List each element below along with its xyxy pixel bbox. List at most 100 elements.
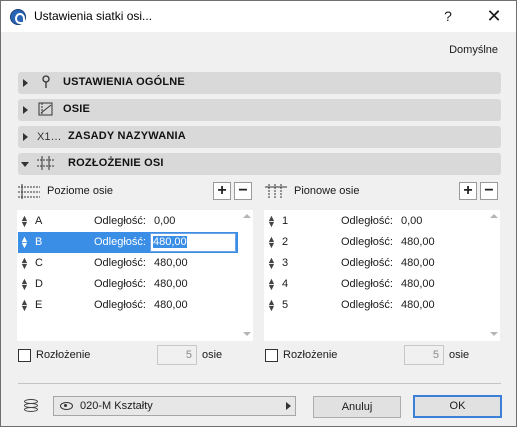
drag-handle-icon[interactable]: ▲ ▼ xyxy=(267,298,276,313)
scroll-up-icon[interactable] xyxy=(490,214,498,218)
drag-handle-icon[interactable]: ▲ ▼ xyxy=(267,277,276,292)
horizontal-distribute-checkbox[interactable] xyxy=(18,349,31,362)
vertical-axes-icon xyxy=(265,184,287,199)
list-item[interactable]: ▲ ▼ 4 Odległość: 480,00 xyxy=(265,274,485,295)
axis-name: B xyxy=(35,236,43,248)
collapse-arrow-icon xyxy=(21,162,29,167)
list-item[interactable]: ▲ ▼ 5 Odległość: 480,00 xyxy=(265,295,485,316)
add-vertical-axis-button[interactable]: + xyxy=(459,182,477,200)
axis-name: D xyxy=(35,278,43,290)
vertical-distribute-label: Rozłożenie xyxy=(283,349,338,361)
vertical-axes-list[interactable]: ▲ ▼ 1 Odległość: 0,00 ▲ ▼ 2 Odległość: 480… xyxy=(264,210,500,341)
scroll-down-icon[interactable] xyxy=(490,332,498,336)
horizontal-axes-label: Poziome osie xyxy=(47,185,114,197)
distance-value[interactable]: 480,00 xyxy=(401,257,435,269)
axis-name: C xyxy=(35,257,43,269)
grid-layout-icon xyxy=(37,156,55,172)
axis-name: 5 xyxy=(282,299,289,311)
distance-value[interactable]: 480,00 xyxy=(401,278,435,290)
horizontal-axes-header: Poziome osie + − xyxy=(18,182,254,200)
drag-handle-icon[interactable]: ▲ ▼ xyxy=(20,256,29,271)
close-button[interactable]: ✕ xyxy=(483,5,505,27)
section-naming-rules[interactable]: X1… ZASADY NAZYWANIA xyxy=(18,126,501,148)
distance-value[interactable]: 480,00 xyxy=(154,257,188,269)
section-axes[interactable]: OSIE xyxy=(18,99,501,121)
distance-label: Odległość: xyxy=(341,278,393,290)
eye-icon xyxy=(60,402,73,410)
vertical-count-unit: osie xyxy=(449,349,470,361)
scroll-down-icon[interactable] xyxy=(243,332,251,336)
vertical-distribute-checkbox[interactable] xyxy=(265,349,278,362)
distance-label: Odległość: xyxy=(94,257,146,269)
list-item-selected[interactable]: ▲ ▼ B Odległość: 480,00 xyxy=(18,232,238,253)
add-horizontal-axis-button[interactable]: + xyxy=(213,182,231,200)
expand-arrow-icon xyxy=(23,133,28,141)
scroll-up-icon[interactable] xyxy=(243,214,251,218)
expand-arrow-icon xyxy=(23,106,28,114)
dialog-title: Ustawienia siatki osi... xyxy=(34,9,153,23)
chevron-right-icon xyxy=(286,402,291,410)
axis-name: 1 xyxy=(282,215,289,227)
section-label: OSIE xyxy=(63,103,91,115)
horizontal-distribute-label: Rozłożenie xyxy=(36,349,91,361)
section-label: ROZŁOŻENIE OSI xyxy=(68,157,164,169)
layer-dropdown[interactable]: 020-M Kształty xyxy=(53,396,296,416)
distance-value[interactable]: 480,00 xyxy=(154,299,188,311)
distance-input-text: 480,00 xyxy=(153,236,187,248)
list-item[interactable]: ▲ ▼ A Odległość: 0,00 xyxy=(18,211,238,232)
distance-label: Odległość: xyxy=(94,215,146,227)
list-item[interactable]: ▲ ▼ 1 Odległość: 0,00 xyxy=(265,211,485,232)
drag-handle-icon[interactable]: ▲ ▼ xyxy=(20,277,29,292)
distance-label: Odległość: xyxy=(341,215,393,227)
help-button[interactable]: ? xyxy=(438,6,458,26)
horizontal-count-unit: osie xyxy=(202,349,223,361)
cancel-button[interactable]: Anuluj xyxy=(313,396,401,418)
naming-icon: X1… xyxy=(37,131,62,143)
ok-button[interactable]: OK xyxy=(413,395,502,418)
drag-handle-icon[interactable]: ▲ ▼ xyxy=(267,235,276,250)
title-bar: Ustawienia siatki osi... ? ✕ xyxy=(1,1,516,32)
layer-value: 020-M Kształty xyxy=(80,400,153,412)
axis-box-icon xyxy=(37,102,55,118)
section-axis-layout[interactable]: ROZŁOŻENIE OSI xyxy=(18,153,501,175)
axis-name: 2 xyxy=(282,236,289,248)
remove-horizontal-axis-button[interactable]: − xyxy=(234,182,252,200)
vertical-count-field[interactable]: 5 xyxy=(404,345,444,365)
axis-name: 3 xyxy=(282,257,289,269)
layers-icon xyxy=(23,399,39,415)
drag-handle-icon[interactable]: ▲ ▼ xyxy=(20,235,29,250)
app-icon xyxy=(10,9,26,25)
distance-value[interactable]: 480,00 xyxy=(401,236,435,248)
drag-handle-icon[interactable]: ▲ ▼ xyxy=(267,256,276,271)
grid-settings-dialog: Ustawienia siatki osi... ? ✕ Domyślne US… xyxy=(0,0,517,427)
distance-input[interactable]: 480,00 xyxy=(150,233,236,252)
vertical-axes-header: Pionowe osie + − xyxy=(265,182,501,200)
axis-name: E xyxy=(35,299,43,311)
list-item[interactable]: ▲ ▼ C Odległość: 480,00 xyxy=(18,253,238,274)
horizontal-axes-icon xyxy=(18,184,40,199)
distance-value[interactable]: 0,00 xyxy=(401,215,422,227)
distance-value[interactable]: 480,00 xyxy=(154,278,188,290)
drag-handle-icon[interactable]: ▲ ▼ xyxy=(20,214,29,229)
section-general-settings[interactable]: USTAWIENIA OGÓLNE xyxy=(18,72,501,94)
horizontal-count-field[interactable]: 5 xyxy=(157,345,197,365)
list-item[interactable]: ▲ ▼ E Odległość: 480,00 xyxy=(18,295,238,316)
horizontal-axes-list[interactable]: ▲ ▼ A Odległość: 0,00 ▲ ▼ B Odległość: 480… xyxy=(17,210,253,341)
vertical-axes-label: Pionowe osie xyxy=(294,185,360,197)
axis-name: 4 xyxy=(282,278,289,290)
remove-vertical-axis-button[interactable]: − xyxy=(480,182,498,200)
section-label: USTAWIENIA OGÓLNE xyxy=(63,76,185,88)
list-item[interactable]: ▲ ▼ 3 Odległość: 480,00 xyxy=(265,253,485,274)
expand-arrow-icon xyxy=(23,79,28,87)
distance-label: Odległość: xyxy=(94,278,146,290)
distance-value[interactable]: 480,00 xyxy=(401,299,435,311)
list-item[interactable]: ▲ ▼ D Odległość: 480,00 xyxy=(18,274,238,295)
section-label: ZASADY NAZYWANIA xyxy=(68,130,186,142)
list-item[interactable]: ▲ ▼ 2 Odległość: 480,00 xyxy=(265,232,485,253)
defaults-link[interactable]: Domyślne xyxy=(449,44,498,56)
pin-icon xyxy=(37,75,55,91)
drag-handle-icon[interactable]: ▲ ▼ xyxy=(267,214,276,229)
distance-label: Odległość: xyxy=(341,299,393,311)
distance-value[interactable]: 0,00 xyxy=(154,215,175,227)
drag-handle-icon[interactable]: ▲ ▼ xyxy=(20,298,29,313)
